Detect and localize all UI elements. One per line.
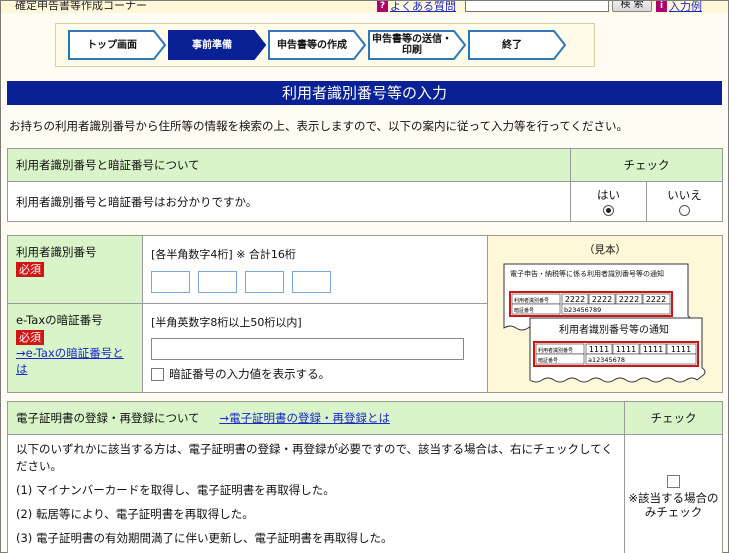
faq-label[interactable]: よくある質問 <box>390 1 456 13</box>
certificate-item: (1) マイナンバーカードを取得し、電子証明書を再取得した。 <box>16 483 335 497</box>
certificate-help-link[interactable]: →電子証明書の登録・再登録とは <box>219 411 390 425</box>
step-label: 申告書等の作成 <box>277 39 347 51</box>
svg-text:2222: 2222 <box>619 295 639 304</box>
svg-text:1111: 1111 <box>643 345 663 354</box>
show-pw-checkbox[interactable] <box>151 367 165 381</box>
svg-text:2222: 2222 <box>646 295 666 304</box>
certificate-table: 電子証明書の登録・再登録について →電子証明書の登録・再登録とは チェック 以下… <box>7 401 723 553</box>
radio-button[interactable] <box>679 204 690 216</box>
certificate-check-cell: ※該当する場合のみチェック <box>624 434 723 553</box>
certificate-body: 以下のいずれかに該当する方は、電子証明書の登録・再登録が必要ですので、該当する場… <box>7 434 625 553</box>
svg-text:2222: 2222 <box>592 295 612 304</box>
id-hint: [各半角数字4桁] ※ 合計16桁 <box>151 248 296 261</box>
question-text: 利用者識別番号と暗証番号はお分かりですか。 <box>7 181 571 222</box>
input-example-link[interactable]: i 入力例 <box>656 1 702 13</box>
radio-no-label: いいえ <box>667 187 702 202</box>
id-input-3[interactable] <box>245 271 285 293</box>
id-inputs <box>151 271 479 293</box>
certificate-item: (2) 転居等により、電子証明書を再取得した。 <box>16 507 254 521</box>
radio-button-selected[interactable] <box>603 204 614 216</box>
faq-link[interactable]: ? よくある質問 <box>377 1 456 13</box>
show-pw-option[interactable]: 暗証番号の入力値を表示する。 <box>151 366 479 382</box>
step-top[interactable]: トップ画面 <box>68 30 166 60</box>
required-badge: 必須 <box>16 330 44 345</box>
svg-text:暗証番号: 暗証番号 <box>514 307 534 314</box>
svg-text:利用者識別番号: 利用者識別番号 <box>538 347 573 354</box>
step-send-print: 申告書等の送信・印刷 <box>368 30 466 60</box>
pw-label: e-Taxの暗証番号 <box>16 313 103 327</box>
app-title: 確定申告書等作成コーナー <box>15 1 147 12</box>
page-title: 利用者識別番号等の入力 <box>7 81 722 105</box>
step-create: 申告書等の作成 <box>268 30 366 60</box>
svg-text:1111: 1111 <box>671 345 691 354</box>
id-input-4[interactable] <box>292 271 332 293</box>
required-badge: 必須 <box>16 262 44 277</box>
credential-question-table: 利用者識別番号と暗証番号について チェック 利用者識別番号と暗証番号はお分かりで… <box>7 148 723 222</box>
top-bar: 確定申告書等作成コーナー ? よくある質問 検 索 i 入力例 <box>1 1 728 13</box>
step-label: 申告書等の送信・印刷 <box>372 34 452 56</box>
certificate-item: (3) 電子証明書の有効期間満了に伴い更新し、電子証明書を再取得した。 <box>16 531 393 545</box>
certificate-checkbox[interactable] <box>667 475 680 488</box>
info-icon: i <box>656 1 667 12</box>
certificate-header: 電子証明書の登録・再登録について →電子証明書の登録・再登録とは <box>7 401 625 435</box>
svg-text:b23456789: b23456789 <box>564 306 601 314</box>
sample-notice: （見本） 電子申告・納税等に係る利用者識別番号等の通知 利用者識別番号 2222… <box>486 235 724 393</box>
check-header: チェック <box>570 148 723 182</box>
id-input-2[interactable] <box>198 271 238 293</box>
step-label: トップ画面 <box>87 39 137 51</box>
id-input-1[interactable] <box>151 271 191 293</box>
svg-text:1111: 1111 <box>616 345 636 354</box>
certificate-check-note: ※該当する場合のみチェック <box>628 491 719 519</box>
show-pw-label: 暗証番号の入力値を表示する。 <box>169 367 331 381</box>
pw-field-cell: [半角英数字8桁以上50桁以内] 暗証番号の入力値を表示する。 <box>142 303 488 393</box>
svg-text:2222: 2222 <box>565 295 585 304</box>
step-preparation: 事前準備 <box>168 30 266 60</box>
step-finish: 終了 <box>468 30 566 60</box>
pw-input[interactable] <box>151 338 465 360</box>
svg-text:暗証番号: 暗証番号 <box>538 357 558 364</box>
svg-text:1111: 1111 <box>589 345 609 354</box>
certificate-header-text: 電子証明書の登録・再登録について <box>16 411 200 425</box>
id-label-cell: 利用者識別番号 必須 <box>6 235 144 304</box>
pw-label-cell: e-Taxの暗証番号 必須 →e-Taxの暗証番号とは <box>6 303 144 393</box>
pw-hint: [半角英数字8桁以上50桁以内] <box>151 316 302 329</box>
radio-yes[interactable]: はい <box>570 181 647 222</box>
radio-yes-label: はい <box>597 187 620 202</box>
step-navigation: トップ画面 事前準備 申告書等の作成 申告書等の送信・印刷 終了 <box>55 23 595 67</box>
sample-doc1-title: 電子申告・納税等に係る利用者識別番号等の通知 <box>510 269 664 278</box>
step-label: 終了 <box>502 39 522 51</box>
search-input[interactable] <box>465 1 609 12</box>
step-label: 事前準備 <box>192 39 232 51</box>
svg-text:a12345678: a12345678 <box>588 356 625 364</box>
sample-title: （見本） <box>584 243 626 256</box>
section-header: 利用者識別番号と暗証番号について <box>7 148 571 182</box>
certificate-lead: 以下のいずれかに該当する方は、電子証明書の登録・再登録が必要ですので、該当する場… <box>16 442 613 473</box>
search-button[interactable]: 検 索 <box>612 1 652 12</box>
sample-doc2-title: 利用者識別番号等の通知 <box>559 323 669 336</box>
radio-no[interactable]: いいえ <box>646 181 723 222</box>
id-label: 利用者識別番号 <box>16 245 97 259</box>
svg-text:利用者識別番号: 利用者識別番号 <box>514 297 549 304</box>
question-icon: ? <box>377 1 388 12</box>
credential-input-table: 利用者識別番号 必須 [各半角数字4桁] ※ 合計16桁 （見本） 電子申告・納… <box>6 235 724 393</box>
pw-help-link[interactable]: →e-Taxの暗証番号とは <box>16 346 124 376</box>
intro-text: お持ちの利用者識別番号から住所等の情報を検索の上、表示しますので、以下の案内に従… <box>9 119 629 133</box>
check-header: チェック <box>624 401 723 435</box>
sample-notice-illustration: （見本） 電子申告・納税等に係る利用者識別番号等の通知 利用者識別番号 2222… <box>503 243 706 383</box>
id-field-cell: [各半角数字4桁] ※ 合計16桁 <box>142 235 488 304</box>
input-example-label[interactable]: 入力例 <box>669 1 702 13</box>
